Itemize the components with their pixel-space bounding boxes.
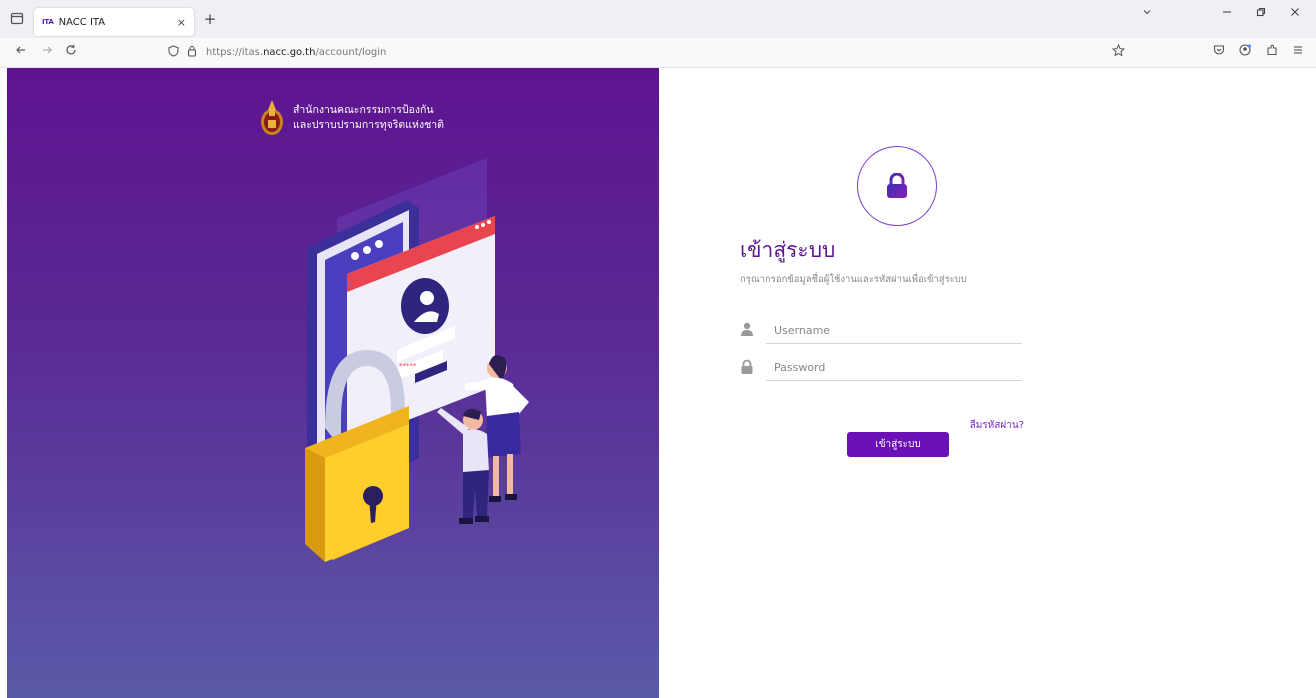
url-path: /account/login xyxy=(315,47,387,58)
organization-header: สำนักงานคณะกรรมการป้องกัน และปราบปรามการ… xyxy=(259,98,444,138)
minimize-icon[interactable] xyxy=(1220,6,1234,20)
browser-tab[interactable]: ITA NACC ITA × xyxy=(34,8,194,36)
forgot-password-link[interactable]: ลืมรหัสผ่าน? xyxy=(970,418,1024,433)
menu-icon[interactable] xyxy=(1292,44,1304,60)
back-icon[interactable] xyxy=(12,44,30,60)
username-input[interactable] xyxy=(766,324,1022,337)
url-security-icons xyxy=(168,45,197,60)
shield-icon[interactable] xyxy=(168,45,179,60)
password-input[interactable] xyxy=(766,361,1022,374)
user-icon xyxy=(741,322,753,336)
org-name-line1: สำนักงานคณะกรรมการป้องกัน xyxy=(293,104,434,116)
bookmark-star-icon[interactable] xyxy=(1111,43,1126,61)
pocket-icon[interactable] xyxy=(1213,44,1225,60)
tab-title: NACC ITA xyxy=(58,16,106,28)
restore-icon[interactable] xyxy=(1254,6,1268,20)
password-field xyxy=(741,355,1022,381)
tabs-dropdown-icon[interactable] xyxy=(1140,6,1154,20)
browser-tab-bar: ITA NACC ITA × + xyxy=(0,0,1316,38)
organization-name: สำนักงานคณะกรรมการป้องกัน และปราบปรามการ… xyxy=(293,103,444,133)
page-content: ***** สำนักงานคณะกรรมการป้องกัน และปราบป… xyxy=(0,68,1316,698)
toolbar-tools xyxy=(1213,44,1304,60)
login-security-illustration: ***** xyxy=(305,158,529,562)
browser-nav-bar: https://itas.nacc.go.th/account/login xyxy=(0,38,1316,68)
username-field xyxy=(741,318,1022,344)
svg-text:*****: ***** xyxy=(399,362,417,370)
forward-icon[interactable] xyxy=(38,44,56,60)
new-tab-button[interactable]: + xyxy=(200,10,220,28)
reload-icon[interactable] xyxy=(62,44,80,60)
man-illustration xyxy=(437,408,489,524)
padlock-icon xyxy=(887,173,907,198)
site-favicon: ITA xyxy=(42,18,54,26)
tab-list-icon[interactable] xyxy=(8,9,26,27)
lock-badge xyxy=(857,146,937,226)
window-controls xyxy=(1140,6,1316,20)
url-prefix: https://itas. xyxy=(206,47,264,58)
login-panel: เข้าสู่ระบบ กรุณากรอกข้อมูลชื่อผู้ใช้งาน… xyxy=(740,68,1040,698)
org-name-line2: และปราบปรามการทุจริตแห่งชาติ xyxy=(293,119,444,131)
login-button[interactable]: เข้าสู่ระบบ xyxy=(847,432,949,457)
login-title: เข้าสู่ระบบ xyxy=(740,238,836,262)
lock-icon[interactable] xyxy=(187,45,197,60)
close-icon[interactable] xyxy=(1288,6,1302,20)
account-icon[interactable] xyxy=(1239,44,1252,60)
login-subtitle: กรุณากรอกข้อมูลชื่อผู้ใช้งานและรหัสผ่านเ… xyxy=(740,274,967,285)
nacc-seal-logo xyxy=(261,100,283,135)
hero-panel: ***** สำนักงานคณะกรรมการป้องกัน และปราบป… xyxy=(7,68,659,698)
tab-close-icon[interactable]: × xyxy=(177,16,186,29)
lock-icon xyxy=(741,359,753,374)
extensions-icon[interactable] xyxy=(1266,44,1278,60)
url-domain: nacc.go.th xyxy=(263,47,316,58)
address-bar[interactable]: https://itas.nacc.go.th/account/login xyxy=(206,47,386,58)
